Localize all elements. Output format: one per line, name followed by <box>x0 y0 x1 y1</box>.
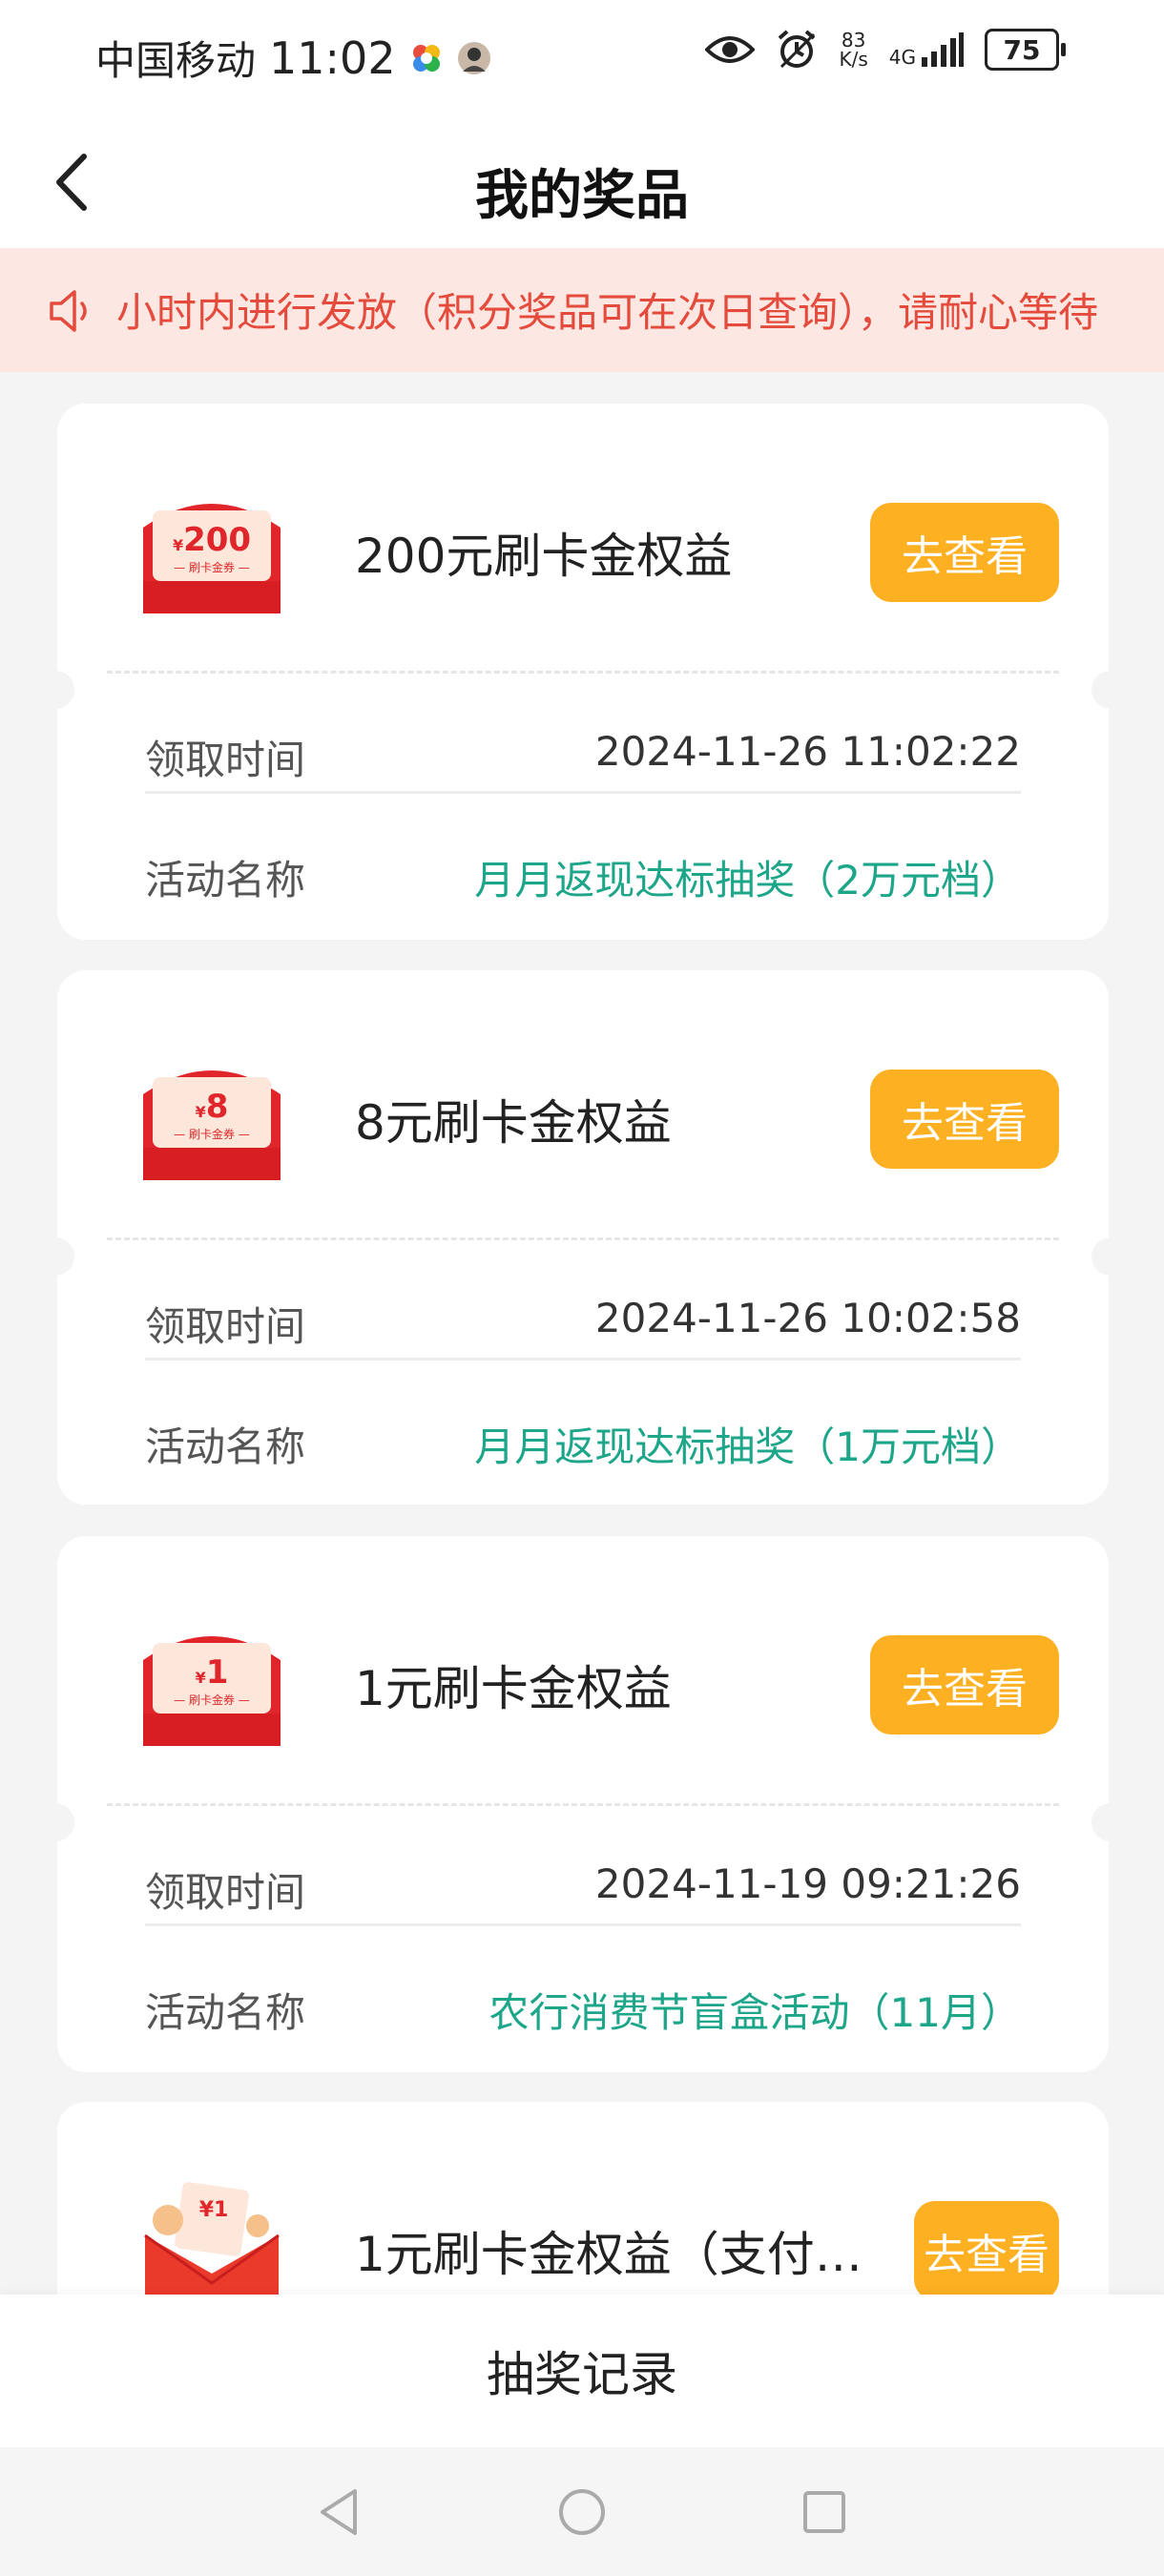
network-speed-unit: K/s <box>839 48 868 71</box>
network-type: 4G <box>888 46 916 69</box>
app-notification-icon <box>412 44 440 72</box>
coupon-caption: — 刷卡金券 — <box>174 560 250 574</box>
view-button[interactable]: 去查看 <box>914 2201 1059 2300</box>
prize-card: ¥200 — 刷卡金券 — 200元刷卡金权益 去查看 领取时间 2024-11… <box>36 404 1130 940</box>
status-bar: 中国移动 11:02 83 K/s 4G 75 <box>0 0 1164 114</box>
svg-text:¥200: ¥200 <box>173 521 251 559</box>
network-speed-value: 83 <box>841 29 866 52</box>
nav-home-icon[interactable] <box>553 2483 611 2541</box>
nav-recents-icon[interactable] <box>796 2483 853 2541</box>
speaker-icon <box>50 290 87 332</box>
battery-level: 75 <box>1003 33 1041 66</box>
status-time: 11:02 <box>269 31 396 84</box>
avatar-notification-icon <box>457 41 490 74</box>
prize-title: 1元刷卡金权益（支付… <box>355 2227 863 2282</box>
coupon-amount: ¥1 <box>199 2198 229 2222</box>
notice-banner: 小时内进行发放（积分奖品可在次日查询），请耐心等待 <box>0 248 1164 372</box>
coupon-symbol: ¥ <box>196 1669 206 1687</box>
status-bar-right: 83 K/s 4G 75 <box>705 29 1066 71</box>
claim-time-value: 2024-11-26 10:02:58 <box>594 1295 1021 1341</box>
claim-time-label: 领取时间 <box>145 1869 306 1916</box>
nav-back-icon[interactable] <box>311 2483 368 2541</box>
network-speed: 83 K/s <box>839 31 867 69</box>
coupon-symbol: ¥ <box>173 536 183 554</box>
signal-icon: 4G <box>889 32 964 67</box>
activity-name-label: 活动名称 <box>145 857 306 904</box>
coupon-symbol: ¥ <box>196 1103 206 1121</box>
prize-card: ¥8 — 刷卡金券 — 8元刷卡金权益 去查看 领取时间 2024-11-26 … <box>36 970 1130 1505</box>
alarm-icon <box>779 30 816 69</box>
coupon-caption: — 刷卡金券 — <box>174 1127 250 1141</box>
notice-text: 小时内进行发放（积分奖品可在次日查询），请耐心等待 <box>116 289 1099 336</box>
lottery-record-button[interactable]: 抽奖记录 <box>0 2295 1164 2447</box>
prize-title: 1元刷卡金权益 <box>355 1661 672 1716</box>
red-envelope-image-icon: ¥1 <box>144 2182 280 2307</box>
claim-time-value: 2024-11-26 11:02:22 <box>594 728 1021 775</box>
coupon-image-icon: ¥1 — 刷卡金券 — <box>143 1636 281 1746</box>
status-bar-left: 中国移动 11:02 <box>95 29 491 87</box>
prize-title: 8元刷卡金权益 <box>355 1095 672 1151</box>
battery-icon: 75 <box>985 29 1066 71</box>
view-button[interactable]: 去查看 <box>870 1635 1059 1735</box>
coupon-amount: 8 <box>206 1088 229 1126</box>
activity-name-label: 活动名称 <box>145 1423 306 1470</box>
claim-time-label: 领取时间 <box>145 737 306 783</box>
carrier-name: 中国移动 <box>95 37 257 84</box>
coupon-image-icon: ¥200 — 刷卡金券 — <box>143 504 281 613</box>
coupon-caption: — 刷卡金券 — <box>174 1693 250 1707</box>
prize-title: 200元刷卡金权益 <box>355 529 733 584</box>
claim-time-label: 领取时间 <box>145 1303 306 1350</box>
activity-name-value: 农行消费节盲盒活动（11月） <box>488 1989 1021 2036</box>
activity-name-label: 活动名称 <box>145 1989 306 2036</box>
prize-card: ¥1 — 刷卡金券 — 1元刷卡金权益 去查看 领取时间 2024-11-19 … <box>36 1536 1130 2072</box>
coupon-amount: 1 <box>206 1653 229 1692</box>
system-nav-bar <box>0 2447 1164 2576</box>
eye-icon <box>705 36 756 63</box>
coupon-image-icon: ¥8 — 刷卡金券 — <box>143 1070 281 1180</box>
coupon-amount: 200 <box>183 521 251 559</box>
view-button[interactable]: 去查看 <box>870 1070 1059 1169</box>
activity-name-value: 月月返现达标抽奖（2万元档） <box>474 857 1021 904</box>
activity-name-value: 月月返现达标抽奖（1万元档） <box>474 1423 1021 1470</box>
page-title: 我的奖品 <box>475 165 689 227</box>
app-header: 我的奖品 <box>0 114 1164 248</box>
claim-time-value: 2024-11-19 09:21:26 <box>594 1860 1021 1907</box>
view-button[interactable]: 去查看 <box>870 503 1059 602</box>
